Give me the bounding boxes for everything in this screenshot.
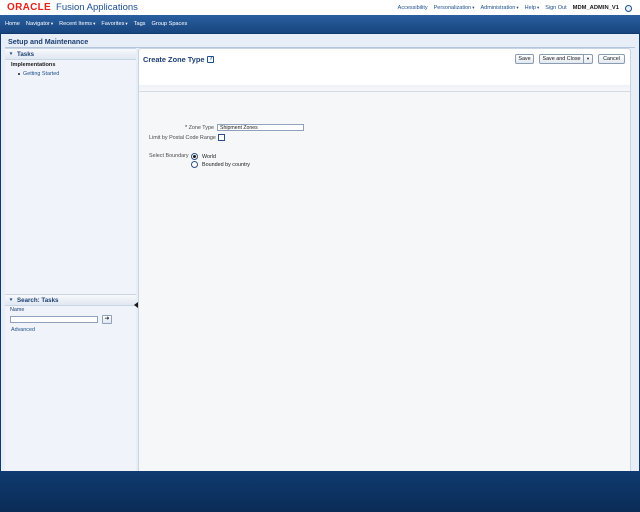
brand-logo[interactable]: ORACLE Fusion Applications: [7, 2, 138, 13]
zone-type-input[interactable]: [217, 124, 304, 131]
nav-items: Home Navigator▾ Recent Items▾ Favorites▾…: [5, 15, 187, 33]
world-label: World: [202, 153, 216, 160]
collapse-icon[interactable]: ▾: [8, 51, 14, 57]
getting-started-link[interactable]: Getting Started: [23, 71, 59, 77]
search-name-input[interactable]: [10, 316, 98, 323]
chevron-down-icon: ▾: [50, 21, 54, 26]
help-label: Help: [524, 5, 536, 11]
chevron-down-icon: ▾: [516, 5, 519, 10]
tasks-pane-header[interactable]: ▾ Tasks: [5, 48, 136, 60]
global-links: Accessibility Personalization▾ Administr…: [398, 3, 632, 13]
user-status-icon[interactable]: [625, 4, 632, 12]
nav-group-spaces[interactable]: Group Spaces: [151, 21, 187, 27]
chevron-down-icon: ▾: [472, 5, 475, 10]
nav-favorites[interactable]: Favorites▾: [101, 21, 127, 27]
help-menu[interactable]: Help▾: [525, 5, 540, 11]
bounded-by-country-label: Bounded by country: [202, 161, 250, 168]
search-go-button[interactable]: ➜: [102, 315, 112, 324]
boundary-option-country[interactable]: Bounded by country: [191, 161, 250, 168]
nav-navigator[interactable]: Navigator▾: [26, 21, 53, 27]
page-title: Setup and Maintenance: [8, 37, 89, 46]
chevron-down-icon: ▾: [93, 21, 96, 26]
administration-label: Administration: [480, 5, 516, 11]
footer-bar: [0, 471, 640, 512]
search-pane-header[interactable]: ▾ Search: Tasks: [5, 294, 136, 306]
form-header: Create Zone Type ? Save Save and Close ▾…: [139, 49, 630, 92]
form-title-row: Create Zone Type ?: [143, 55, 215, 64]
nav-bar: Home Navigator▾ Recent Items▾ Favorites▾…: [0, 15, 640, 34]
user-name: MDM_ADMIN_V1: [572, 5, 619, 11]
task-item[interactable]: Getting Started: [18, 71, 59, 77]
arrow-right-icon: ➜: [104, 316, 110, 322]
form-header-divider: [139, 85, 630, 91]
zone-type-label: * Zone Type: [185, 125, 214, 131]
nav-favorites-label: Favorites: [101, 21, 125, 27]
bounded-by-country-radio[interactable]: [191, 161, 198, 168]
chevron-down-icon: ▾: [125, 21, 128, 26]
nav-home[interactable]: Home: [5, 21, 20, 27]
personalization-menu[interactable]: Personalization▾: [434, 5, 475, 11]
save-options-button[interactable]: ▾: [583, 54, 593, 64]
world-radio[interactable]: [191, 153, 198, 160]
limit-postal-label: Limit by Postal Code Range: [149, 135, 216, 141]
bullet-icon: [18, 73, 20, 75]
chevron-down-icon: ▾: [586, 56, 590, 61]
boundary-option-world[interactable]: World: [191, 153, 216, 160]
limit-postal-checkbox[interactable]: [218, 134, 225, 141]
nav-tags[interactable]: Tags: [134, 21, 146, 27]
administration-menu[interactable]: Administration▾: [481, 5, 519, 11]
help-icon[interactable]: ?: [207, 56, 215, 63]
nav-navigator-label: Navigator: [25, 21, 50, 27]
nav-recent-items[interactable]: Recent Items▾: [59, 21, 95, 27]
required-marker: *: [185, 125, 188, 131]
search-pane-title: Search: Tasks: [17, 296, 59, 304]
regional-area: ▾ Tasks Implementations Getting Started …: [5, 48, 137, 503]
app-name: Fusion Applications: [56, 2, 138, 13]
select-boundary-label: Select Boundary: [149, 153, 189, 159]
sign-out-link[interactable]: Sign Out: [545, 5, 566, 11]
form-title: Create Zone Type: [143, 55, 205, 64]
zone-type-label-text: Zone Type: [188, 125, 214, 131]
workarea: Setup and Maintenance ▾ Tasks Implementa…: [1, 34, 639, 504]
nav-recent-items-label: Recent Items: [59, 21, 93, 27]
cancel-button[interactable]: Cancel: [598, 54, 625, 64]
collapse-icon[interactable]: ▾: [8, 297, 14, 303]
search-name-label: Name: [10, 307, 25, 313]
save-and-close-button[interactable]: Save and Close: [539, 54, 584, 64]
implementations-label: Implementations: [11, 62, 56, 68]
tasks-pane-title: Tasks: [17, 50, 35, 58]
brand-bar: ORACLE Fusion Applications Accessibility…: [0, 0, 640, 15]
local-area: Create Zone Type ? Save Save and Close ▾…: [138, 48, 631, 501]
accessibility-link[interactable]: Accessibility: [398, 5, 428, 11]
oracle-logo: ORACLE: [7, 2, 52, 13]
chevron-down-icon: ▾: [536, 5, 540, 10]
advanced-search-link[interactable]: Advanced: [11, 327, 35, 333]
personalization-label: Personalization: [433, 5, 472, 11]
save-button[interactable]: Save: [515, 54, 534, 64]
app-shell: Setup and Maintenance ▾ Tasks Implementa…: [0, 33, 640, 512]
